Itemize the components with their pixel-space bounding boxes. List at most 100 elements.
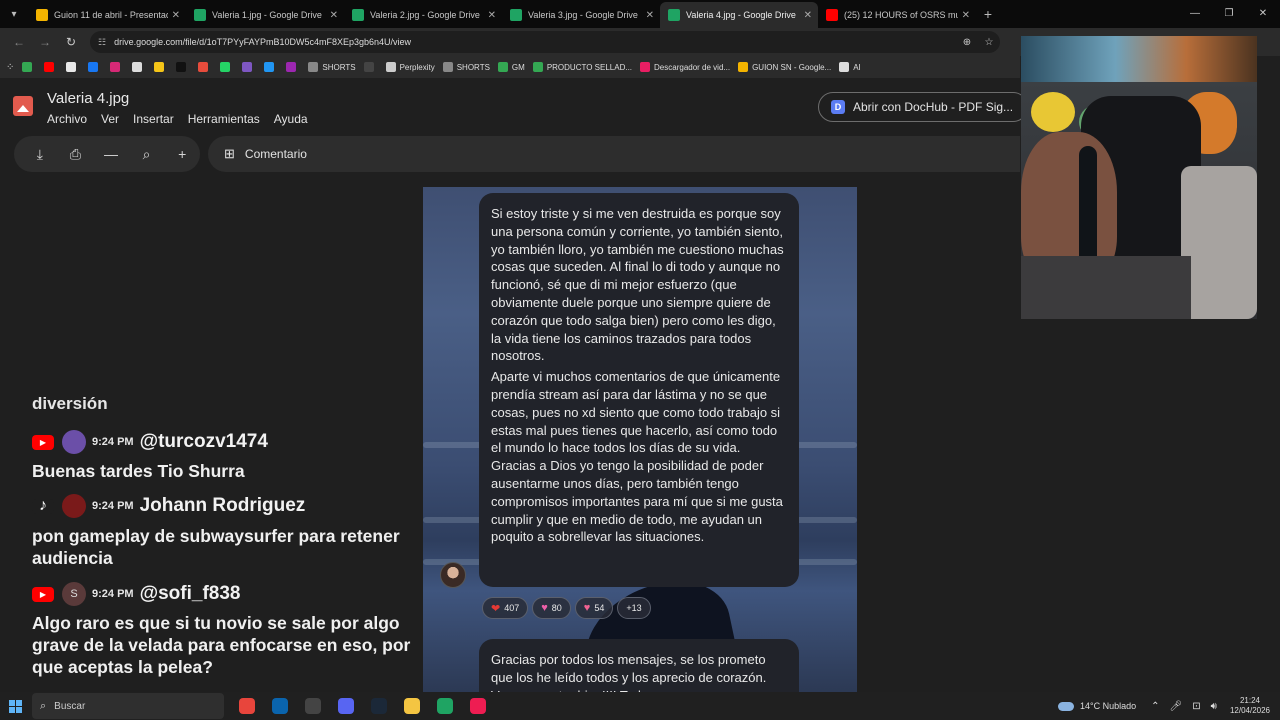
volume-icon[interactable]: 🔊︎ [1211,701,1217,712]
bookmark-icon [308,62,319,72]
menu-item[interactable]: Herramientas [188,112,260,126]
browser-tab[interactable]: Valeria 2.jpg - Google Drive ✕ [344,2,502,28]
bookmark-item[interactable]: Perplexity [385,62,435,72]
taskbar: ⌕ Buscar 14°C Nublado ⌃ 🎤︎ ⊡ 🔊︎ 21:24 12… [0,692,1280,720]
menu-item[interactable]: Ayuda [274,112,308,126]
search-placeholder: Buscar [54,700,86,712]
bookmark-item[interactable] [154,62,168,72]
bookmark-item[interactable]: GM [497,62,525,72]
reload-icon[interactable]: ↻ [58,35,84,49]
tab-favicon-icon [352,9,364,21]
bookmark-item[interactable] [176,62,190,72]
discord-taskbar-button[interactable] [329,693,362,719]
print-icon[interactable]: ⎙ [58,146,94,163]
zoom-icon[interactable]: ⌕ [129,146,165,163]
start-icon[interactable] [0,699,30,713]
tiktok-taskbar-button[interactable] [461,693,494,719]
tab-search-icon[interactable]: ▾ [0,0,28,28]
tab-close-icon[interactable]: ✕ [646,10,654,21]
chrome-taskbar-button[interactable] [230,693,263,719]
browser-tab[interactable]: Guion 11 de abril - Presentación ✕ [28,2,186,28]
bookmark-item[interactable]: AI [839,62,861,72]
bookmark-icon [66,62,77,72]
browser-tab[interactable]: Valeria 3.jpg - Google Drive ✕ [502,2,660,28]
tab-close-icon[interactable]: ✕ [172,10,180,21]
close-window-icon[interactable]: ✕ [1246,0,1280,28]
chevron-up-icon[interactable]: ⌃ [1151,701,1159,712]
obs-taskbar-button[interactable] [296,693,329,719]
tab-close-icon[interactable]: ✕ [330,10,338,21]
tab-title: Valeria 3.jpg - Google Drive [528,10,638,20]
menu-item[interactable]: Archivo [47,112,87,126]
reaction-pill: ♥ 80 [532,597,571,619]
comment-icon: ⊞ [224,146,235,161]
back-icon[interactable]: ← [6,35,32,49]
bookmark-item[interactable] [88,62,102,72]
bookmark-item[interactable]: Descargador de vid... [640,62,730,72]
steam-taskbar-button[interactable] [362,693,395,719]
clock[interactable]: 21:24 12/04/2026 [1230,696,1270,716]
zoom-icon[interactable]: ⊕ [956,37,978,48]
minimize-icon[interactable]: — [1178,0,1212,28]
bookmark-star-icon[interactable]: ☆ [978,37,1000,48]
bookmark-item[interactable] [132,62,146,72]
zoom-out-icon[interactable]: — [93,146,129,162]
bookmark-icon [363,62,374,72]
bookmark-item[interactable] [22,62,36,72]
url-field[interactable]: ☷ drive.google.com/file/d/1oT7PYyFAYPmB1… [90,31,1000,53]
restore-icon[interactable]: ❐ [1212,0,1246,28]
bookmark-item[interactable] [242,62,256,72]
bookmark-label: AI [853,62,861,72]
outlook-taskbar-button[interactable] [263,693,296,719]
forward-icon[interactable]: → [32,35,58,49]
bookmark-icon [154,62,165,72]
bookmark-item[interactable] [286,62,300,72]
clock-date: 12/04/2026 [1229,706,1270,715]
apps-icon[interactable]: ⁘ [6,62,14,73]
tab-favicon-icon [194,9,206,21]
bookmark-item[interactable]: PRODUCTO SELLAD... [532,62,632,72]
toolbar-actions: ⤓ ⎙ — ⌕ + [14,136,200,172]
bookmark-icon [640,62,651,72]
microphone-icon[interactable]: 🎤︎ [1170,701,1183,712]
webcam-shelf [1021,36,1257,82]
browser-tab[interactable]: Valeria 1.jpg - Google Drive ✕ [186,2,344,28]
site-info-icon[interactable]: ☷ [98,37,106,48]
comment-button[interactable]: ⊞ Comentario [208,136,1020,172]
bookmark-label: Perplexity [399,62,435,72]
zoom-in-icon[interactable]: + [164,146,200,162]
bookmark-item[interactable] [220,62,234,72]
bookmark-item[interactable] [110,62,124,72]
open-with-button[interactable]: D Abrir con DocHub - PDF Sig... [818,92,1028,122]
bookmark-icon [220,62,231,72]
menu-item[interactable]: Insertar [133,112,174,126]
browser-tab[interactable]: (25) 12 HOURS of OSRS mu ✕ [818,2,976,28]
weather-widget[interactable]: 14°C Nublado [1058,701,1136,711]
chat-time: 9:24 PM [92,500,134,512]
message-bubble: Gracias por todos los mensajes, se los p… [479,639,799,692]
new-tab-icon[interactable]: + [976,6,1000,22]
bookmark-item[interactable] [66,62,80,72]
bookmark-item[interactable]: GUION SN - Google... [738,62,831,72]
message-text: Aparte vi muchos comentarios de que únic… [491,369,783,545]
explorer-taskbar-button[interactable] [395,693,428,719]
network-icon[interactable]: ⊡ [1192,701,1200,712]
discord-icon [337,698,354,714]
bookmark-item[interactable]: SHORTS [308,62,356,72]
tab-close-icon[interactable]: ✕ [488,10,496,21]
bookmark-item[interactable]: SHORTS [442,62,490,72]
taskbar-search[interactable]: ⌕ Buscar [32,693,224,719]
bookmark-item[interactable] [198,62,212,72]
comment-label: Comentario [244,147,307,161]
tab-close-icon[interactable]: ✕ [962,10,970,21]
bookmark-item[interactable] [363,62,378,72]
download-icon[interactable]: ⤓ [22,146,58,163]
tab-close-icon[interactable]: ✕ [804,10,812,21]
browser-tab[interactable]: Valeria 4.jpg - Google Drive ✕ [660,2,818,28]
bookmark-item[interactable] [44,62,58,72]
sheets-taskbar-button[interactable] [428,693,461,719]
bookmark-label: SHORTS [456,62,490,72]
bookmark-item[interactable] [264,62,278,72]
webcam-shirt [1021,256,1191,319]
menu-item[interactable]: Ver [101,112,119,126]
